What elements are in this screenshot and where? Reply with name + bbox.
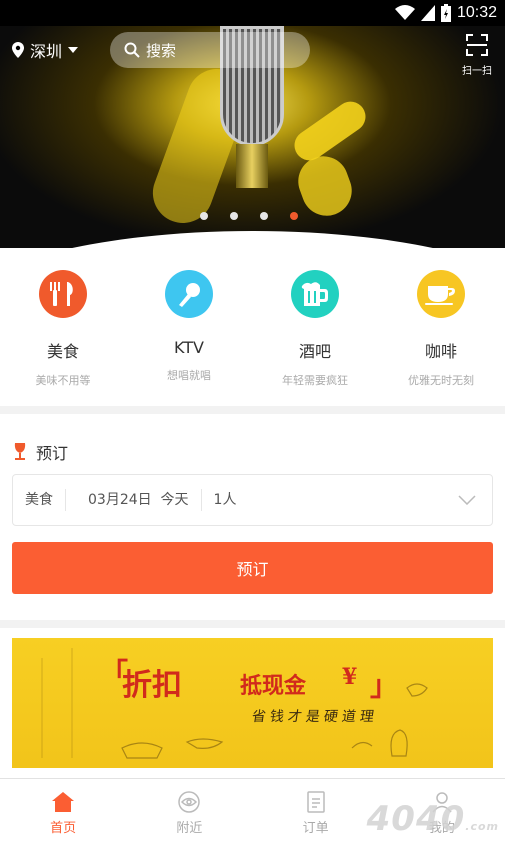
booking-day: 今天	[160, 492, 189, 508]
beer-mug-icon	[291, 270, 339, 318]
search-bar[interactable]: 搜索	[110, 32, 310, 68]
tab-label: 附近	[176, 821, 203, 836]
category-subtitle: 优雅无时无刻	[408, 374, 474, 387]
booking-category-select[interactable]: 美食	[13, 489, 66, 511]
city-selector[interactable]: 深圳	[12, 38, 79, 62]
tab-nearby[interactable]: 附近	[126, 779, 252, 841]
microphone-icon	[165, 270, 213, 318]
scan-button[interactable]: 扫一扫	[461, 34, 493, 77]
fork-knife-icon	[39, 270, 87, 318]
booking-date-select[interactable]: 03月24日 今天	[66, 489, 202, 511]
tab-home[interactable]: 首页	[0, 779, 126, 841]
category-ktv[interactable]: KTV 想唱就唱	[126, 248, 252, 406]
booking-header: 预订	[12, 440, 68, 464]
tab-label: 订单	[302, 821, 329, 836]
category-name: 咖啡	[424, 342, 457, 361]
coffee-cup-icon	[417, 270, 465, 318]
chevron-down-icon[interactable]	[458, 495, 476, 505]
carousel-dot[interactable]	[200, 212, 208, 220]
wifi-icon	[394, 5, 415, 20]
search-icon	[124, 42, 140, 58]
carousel-dot[interactable]	[260, 212, 268, 220]
wine-glass-icon	[14, 443, 26, 460]
booking-panel: 预订 美食 03月24日 今天 1人 预订	[0, 414, 505, 620]
carousel-dot-active[interactable]	[290, 212, 298, 220]
city-name: 深圳	[30, 42, 63, 61]
promo-section: 「 折扣 抵现金 ¥ 」 省钱才是硬道理	[0, 628, 505, 778]
category-bar[interactable]: 酒吧 年轻需要疯狂	[252, 248, 378, 406]
clock: 10:32	[456, 4, 497, 21]
home-icon	[52, 792, 75, 812]
site-watermark: 4040.com	[366, 799, 499, 839]
category-name: KTV	[174, 338, 204, 357]
booking-title: 预订	[36, 444, 69, 463]
category-name: 酒吧	[298, 342, 331, 361]
category-subtitle: 想唱就唱	[167, 369, 211, 382]
booking-form[interactable]: 美食 03月24日 今天 1人	[12, 474, 493, 526]
scan-label: 扫一扫	[462, 66, 492, 77]
status-bar: 10:32	[0, 0, 505, 26]
document-icon	[306, 791, 325, 813]
category-grid: 美食 美味不用等 KTV 想唱就唱 酒吧 年轻需要疯狂 咖啡 优雅无时无刻	[0, 248, 505, 406]
carousel-indicator	[200, 212, 298, 220]
booking-people-select[interactable]: 1人	[202, 489, 249, 511]
booking-submit-button[interactable]: 预订	[12, 542, 493, 594]
tab-orders[interactable]: 订单	[253, 779, 379, 841]
eye-icon	[178, 791, 201, 813]
carousel-dot[interactable]	[230, 212, 238, 220]
caret-down-icon	[68, 47, 79, 53]
battery-icon	[440, 4, 451, 22]
app-screen: 10:32 深圳 搜索 扫一扫 美食 美味不用等 KTV 想唱就唱 酒吧 年轻需…	[0, 0, 505, 841]
category-food[interactable]: 美食 美味不用等	[0, 248, 126, 406]
signal-icon	[420, 5, 435, 21]
category-coffee[interactable]: 咖啡 优雅无时无刻	[378, 248, 504, 406]
promo-banner[interactable]: 「 折扣 抵现金 ¥ 」 省钱才是硬道理	[12, 638, 493, 768]
category-name: 美食	[46, 342, 79, 361]
scan-icon	[466, 34, 488, 56]
booking-date: 03月24日	[88, 492, 152, 508]
category-subtitle: 年轻需要疯狂	[282, 374, 348, 387]
category-subtitle: 美味不用等	[35, 374, 91, 387]
food-doodle-icon	[41, 648, 428, 759]
tab-label: 首页	[50, 821, 77, 836]
location-pin-icon	[12, 42, 24, 58]
search-placeholder: 搜索	[146, 41, 177, 60]
